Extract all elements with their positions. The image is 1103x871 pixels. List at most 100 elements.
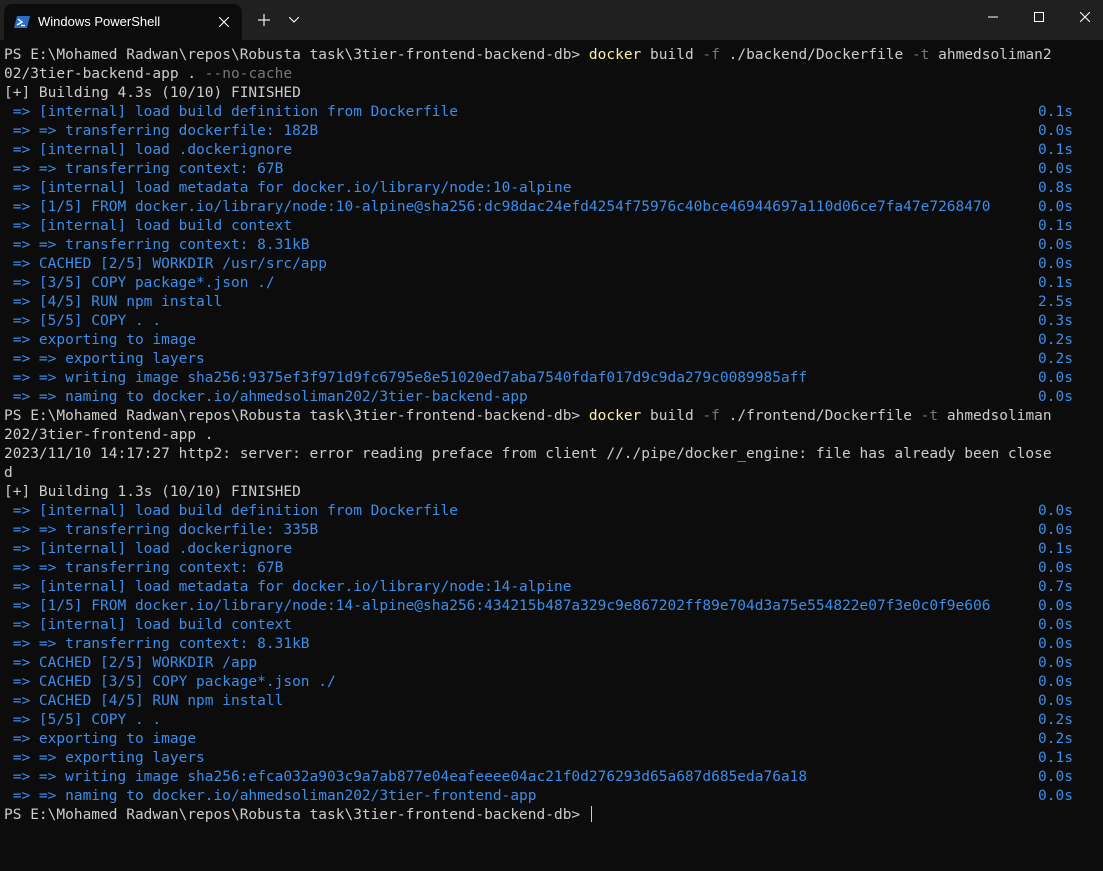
maximize-button[interactable]: [1016, 0, 1062, 34]
command-flag: -f: [702, 408, 720, 424]
build-step-time: 0.0s: [1038, 769, 1073, 785]
command-arg: ./backend/Dockerfile: [719, 47, 912, 63]
new-tab-button[interactable]: [252, 10, 276, 30]
build-step: => => transferring context: 8.31kB: [4, 237, 310, 253]
build-step: => => transferring context: 8.31kB: [4, 636, 310, 652]
build-step: => [internal] load .dockerignore: [4, 142, 293, 158]
build-step: => [internal] load metadata for docker.i…: [4, 180, 572, 196]
build-step: => => transferring context: 67B: [4, 161, 284, 177]
build-step: => => writing image sha256:efca032a903c9…: [4, 769, 808, 785]
command: docker: [588, 408, 642, 424]
command-arg: build: [641, 408, 703, 424]
build-step: => CACHED [4/5] RUN npm install: [4, 693, 284, 709]
build-step: => exporting to image: [4, 731, 197, 747]
build-step: => [3/5] COPY package*.json ./: [4, 275, 275, 291]
build-step: => [1/5] FROM docker.io/library/node:14-…: [4, 598, 991, 614]
build-step-time: 0.0s: [1038, 256, 1073, 272]
build-step-time: 0.1s: [1038, 275, 1073, 291]
build-step-time: 0.0s: [1038, 123, 1073, 139]
command: docker: [588, 47, 642, 63]
build-step-time: 0.1s: [1038, 541, 1073, 557]
build-step-time: 0.0s: [1038, 598, 1073, 614]
tab-windows-powershell[interactable]: Windows PowerShell: [4, 4, 242, 40]
prompt: PS E:\Mohamed Radwan\repos\Robusta task\…: [4, 408, 589, 424]
text-cursor: [590, 806, 592, 822]
tab-title: Windows PowerShell: [38, 14, 161, 29]
build-step: => [internal] load build definition from…: [4, 503, 458, 519]
prompt-line: PS E:\Mohamed Radwan\repos\Robusta task\…: [4, 46, 1052, 65]
build-step-time: 2.5s: [1038, 294, 1073, 310]
build-step-time: 0.0s: [1038, 655, 1073, 671]
powershell-icon: [14, 16, 30, 28]
build-step: => [internal] load metadata for docker.i…: [4, 579, 572, 595]
build-step-time: 0.2s: [1038, 731, 1073, 747]
build-step-time: 0.1s: [1038, 104, 1073, 120]
command-arg: 02/3tier-backend-app .: [4, 66, 205, 82]
build-step-time: 0.0s: [1038, 617, 1073, 633]
prompt: PS E:\Mohamed Radwan\repos\Robusta task\…: [4, 47, 589, 63]
title-bar: Windows PowerShell: [0, 0, 1103, 40]
build-header: [+] Building 1.3s (10/10) FINISHED: [4, 484, 301, 500]
build-header: [+] Building 4.3s (10/10) FINISHED: [4, 85, 301, 101]
final-prompt-line: PS E:\Mohamed Radwan\repos\Robusta task\…: [4, 806, 592, 825]
build-step: => [internal] load build context: [4, 218, 293, 234]
build-step: => => naming to docker.io/ahmedsoliman20…: [4, 788, 537, 804]
build-step: => [5/5] COPY . .: [4, 313, 162, 329]
build-step: => => transferring dockerfile: 182B: [4, 123, 319, 139]
build-step: => => exporting layers: [4, 351, 205, 367]
build-step-time: 0.0s: [1038, 199, 1073, 215]
command-arg: build: [641, 47, 703, 63]
error-line-wrap: d: [4, 465, 13, 481]
build-step-time: 0.0s: [1038, 522, 1073, 538]
command-flag: -t: [911, 47, 930, 63]
build-step-time: 0.0s: [1038, 370, 1073, 386]
build-step: => [5/5] COPY . .: [4, 712, 162, 728]
prompt-line-wrap: 02/3tier-backend-app . --no-cache: [4, 65, 292, 84]
build-step-time: 0.1s: [1038, 218, 1073, 234]
build-step: => [4/5] RUN npm install: [4, 294, 223, 310]
build-step: => => transferring context: 67B: [4, 560, 284, 576]
profile-dropdown-button[interactable]: [284, 10, 304, 30]
command-arg: ./frontend/Dockerfile: [719, 408, 921, 424]
command-arg: ahmedsoliman2: [929, 47, 1052, 63]
error-line: 2023/11/10 14:17:27 http2: server: error…: [4, 446, 1052, 462]
build-step: => CACHED [2/5] WORKDIR /usr/src/app: [4, 256, 328, 272]
build-step: => => naming to docker.io/ahmedsoliman20…: [4, 389, 528, 405]
build-step-time: 0.7s: [1038, 579, 1073, 595]
prompt-line: PS E:\Mohamed Radwan\repos\Robusta task\…: [4, 407, 1052, 426]
close-window-button[interactable]: [1062, 0, 1103, 34]
build-step-time: 0.0s: [1038, 237, 1073, 253]
command-flag: -f: [702, 47, 720, 63]
close-icon: [219, 17, 229, 27]
build-step: => => transferring dockerfile: 335B: [4, 522, 319, 538]
build-step: => => exporting layers: [4, 750, 205, 766]
tab-close-button[interactable]: [214, 12, 234, 32]
minimize-button[interactable]: [970, 0, 1016, 34]
maximize-icon: [1034, 12, 1044, 22]
build-step: => exporting to image: [4, 332, 197, 348]
build-step-time: 0.2s: [1038, 712, 1073, 728]
build-step-time: 0.0s: [1038, 161, 1073, 177]
prompt-line-wrap: 202/3tier-frontend-app .: [4, 427, 214, 443]
command-flag: --no-cache: [204, 66, 293, 82]
build-step: => [internal] load build definition from…: [4, 104, 458, 120]
build-step: => => writing image sha256:9375ef3f971d9…: [4, 370, 808, 386]
close-icon: [1080, 12, 1090, 22]
command-flag: -t: [920, 408, 939, 424]
build-step-time: 0.0s: [1038, 389, 1073, 405]
build-step: => [internal] load build context: [4, 617, 293, 633]
build-step-time: 0.1s: [1038, 750, 1073, 766]
build-step: => [1/5] FROM docker.io/library/node:10-…: [4, 199, 991, 215]
chevron-down-icon: [289, 17, 299, 23]
terminal-output[interactable]: PS E:\Mohamed Radwan\repos\Robusta task\…: [0, 44, 1103, 871]
build-step-time: 0.0s: [1038, 674, 1073, 690]
build-step-time: 0.8s: [1038, 180, 1073, 196]
build-step-time: 0.0s: [1038, 636, 1073, 652]
build-step: => CACHED [3/5] COPY package*.json ./: [4, 674, 336, 690]
build-step-time: 0.3s: [1038, 313, 1073, 329]
build-step-time: 0.2s: [1038, 351, 1073, 367]
build-step-time: 0.1s: [1038, 142, 1073, 158]
minimize-icon: [988, 16, 998, 18]
plus-icon: [258, 14, 270, 26]
build-step-time: 0.0s: [1038, 503, 1073, 519]
